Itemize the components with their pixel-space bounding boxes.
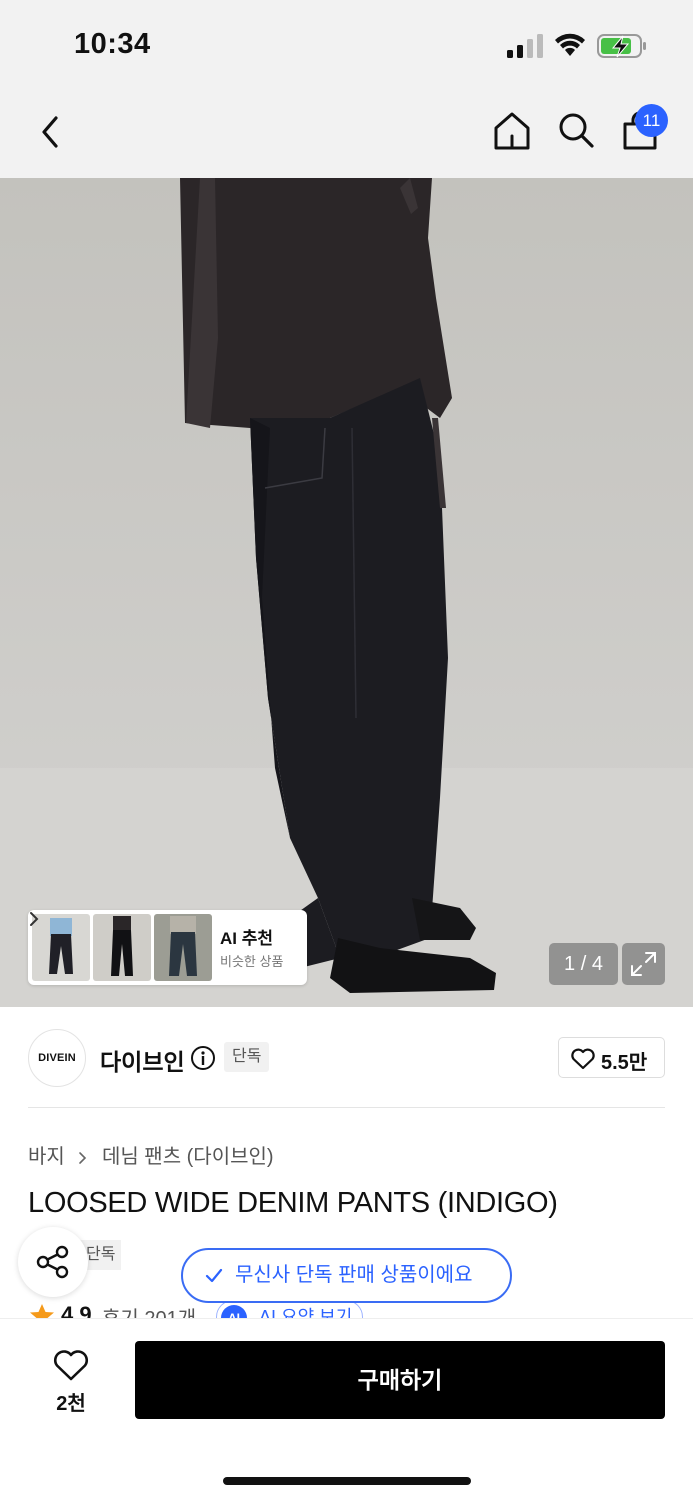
wifi-icon [555,33,585,56]
image-page-counter: 1 / 4 [549,943,618,985]
cart-count-badge: 11 [635,104,668,137]
bottom-action-bar: 2천 구매하기 [0,1318,693,1500]
ai-thumb-2[interactable] [93,914,151,981]
brand-logo[interactable]: DIVEIN [28,1029,86,1087]
home-icon[interactable] [492,110,532,152]
section-divider [28,1107,665,1108]
heart-outline-icon[interactable] [52,1347,90,1383]
info-icon[interactable] [190,1045,216,1071]
buy-button[interactable]: 구매하기 [135,1341,665,1419]
exclusive-toast: 무신사 단독 판매 상품이에요 [181,1248,512,1303]
ai-recommend-title: AI 추천 [220,929,274,948]
ai-recommend-card[interactable]: AI 추천 비슷한 상품 [28,910,307,985]
cellular-signal-icon [507,34,543,58]
expand-icon [631,952,656,976]
share-icon [36,1245,69,1279]
exclusive-badge: 단독 [224,1042,270,1072]
breadcrumb-category[interactable]: 바지 [28,1146,65,1168]
chevron-right-icon [79,1151,87,1164]
nav-bar [0,88,693,178]
check-icon [205,1268,223,1283]
ai-recommend-subtitle: 비슷한 상품 [220,954,284,969]
expand-image-button[interactable] [622,943,665,985]
battery-charging-icon [597,34,646,58]
status-bar: 10:34 [0,0,693,88]
ai-thumb-3[interactable] [154,914,212,981]
brand-like-button[interactable]: 5.5만 [558,1037,665,1078]
breadcrumb: 바지 데님 팬츠 (다이브인) [28,1140,274,1169]
home-indicator [223,1477,471,1485]
product-title: LOOSED WIDE DENIM PANTS (INDIGO) [28,1187,558,1219]
rating-value: 4.9 [61,1302,92,1318]
ai-badge-icon: AI [221,1305,247,1318]
status-time: 10:34 [74,28,151,60]
brand-like-count: 5.5만 [601,1052,648,1074]
heart-outline-icon [571,1048,595,1070]
brand-name[interactable]: 다이브인 [100,1043,185,1077]
back-arrow-icon[interactable] [34,112,68,152]
ai-thumb-1[interactable] [32,914,90,981]
product-image[interactable]: AI 추천 비슷한 상품 1 / 4 [0,178,693,1007]
toast-message: 무신사 단독 판매 상품이에요 [235,1264,473,1286]
review-count[interactable]: 후기 201개 [102,1302,196,1318]
wishlist-count: 2천 [56,1393,86,1415]
product-photo [0,178,693,1007]
search-icon[interactable] [556,110,596,150]
star-icon [30,1304,54,1318]
share-button[interactable] [18,1227,88,1297]
breadcrumb-subcategory[interactable]: 데님 팬츠 (다이브인) [102,1146,274,1168]
chevron-right-icon [30,912,39,926]
ai-summary-label: AI 요약 보기 [259,1307,353,1318]
